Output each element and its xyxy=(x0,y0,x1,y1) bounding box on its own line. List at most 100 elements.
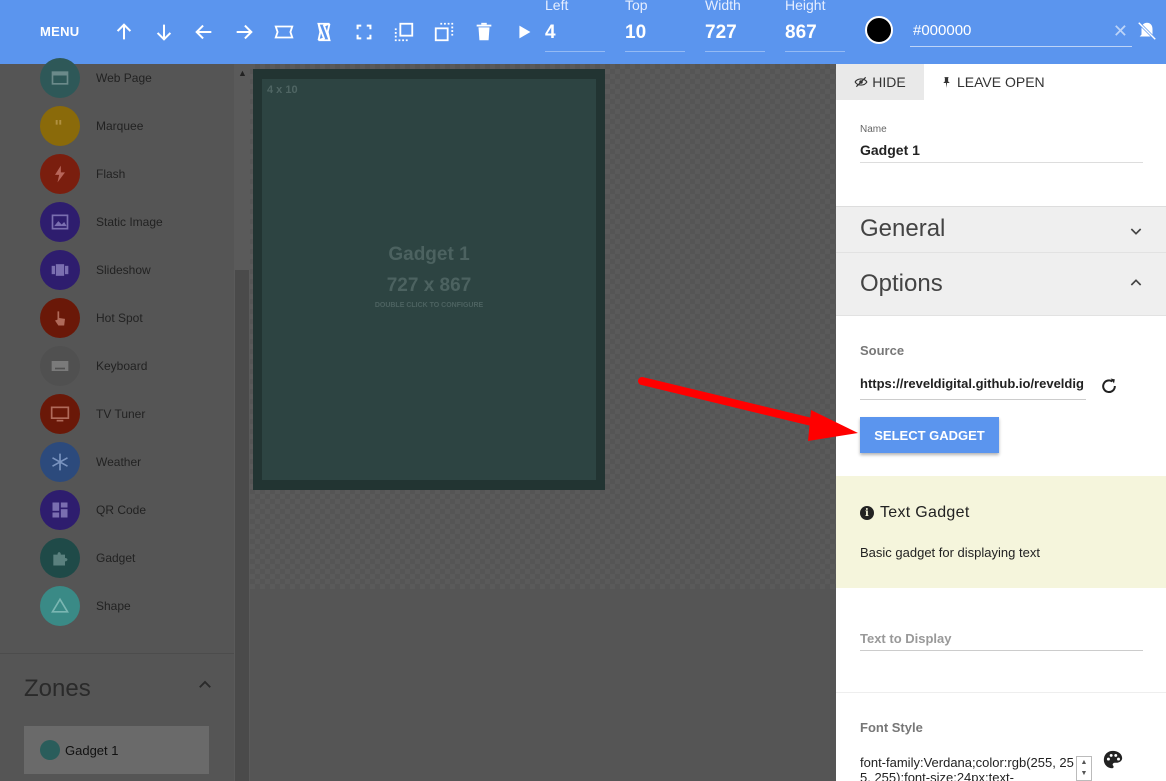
widget-label: Static Image xyxy=(96,215,163,229)
arrow-left-icon[interactable] xyxy=(192,20,216,44)
widget-item-slideshow[interactable]: Slideshow xyxy=(40,250,230,290)
source-input[interactable]: https://reveldigital.github.io/reveldig xyxy=(860,376,1086,400)
widget-panel: Web Page " Marquee Flash Static Image Sl… xyxy=(0,58,234,781)
qr-code-icon xyxy=(40,490,80,530)
widget-item-hot-spot[interactable]: Hot Spot xyxy=(40,298,230,338)
select-gadget-button[interactable]: SELECT GADGET xyxy=(860,417,999,453)
gadget-info-box: i Text Gadget Basic gadget for displayin… xyxy=(836,476,1166,588)
eyedropper-off-icon[interactable] xyxy=(1136,20,1158,42)
font-style-label: Font Style xyxy=(860,720,923,735)
triangle-icon xyxy=(40,586,80,626)
widget-label: TV Tuner xyxy=(96,407,146,421)
flash-icon xyxy=(40,154,80,194)
scroll-up-icon[interactable]: ▲ xyxy=(238,68,247,78)
height-label: Height xyxy=(785,0,826,13)
tv-icon xyxy=(40,394,80,434)
top-field[interactable]: Top 10 xyxy=(625,0,685,52)
font-style-input[interactable]: font-family:Verdana;color:rgb(255, 255, … xyxy=(860,755,1074,781)
fit-height-icon[interactable] xyxy=(312,20,336,44)
leave-open-button[interactable]: LEAVE OPEN xyxy=(940,64,1045,100)
svg-text:": " xyxy=(54,118,63,136)
height-value[interactable]: 867 xyxy=(785,22,817,44)
zone-size: 727 x 867 xyxy=(386,275,472,296)
left-field[interactable]: Left 4 xyxy=(545,0,605,52)
hide-button[interactable]: HIDE xyxy=(836,64,924,100)
eye-off-icon xyxy=(854,75,868,89)
image-icon xyxy=(40,202,80,242)
arrow-down-icon[interactable] xyxy=(152,20,176,44)
fullscreen-icon[interactable] xyxy=(352,20,376,44)
info-icon: i xyxy=(860,506,874,520)
fit-width-icon[interactable] xyxy=(272,20,296,44)
widget-item-gadget[interactable]: Gadget xyxy=(40,538,230,578)
width-label: Width xyxy=(705,0,741,13)
widget-item-flash[interactable]: Flash xyxy=(40,154,230,194)
widget-item-web-page[interactable]: Web Page xyxy=(40,58,230,98)
touch-icon xyxy=(40,298,80,338)
chevron-down-icon xyxy=(1128,223,1144,239)
zone-coords: 4 x 10 xyxy=(267,84,298,96)
height-field[interactable]: Height 867 xyxy=(785,0,845,52)
widget-item-qr-code[interactable]: QR Code xyxy=(40,490,230,530)
width-value[interactable]: 727 xyxy=(705,22,737,44)
pin-icon xyxy=(940,76,953,89)
keyboard-icon xyxy=(40,346,80,386)
chevron-up-icon xyxy=(1128,275,1144,291)
play-icon[interactable] xyxy=(512,20,536,44)
gadget-info-description: Basic gadget for displaying text xyxy=(860,545,1040,560)
widget-label: Keyboard xyxy=(96,359,148,373)
bring-front-icon[interactable] xyxy=(392,20,416,44)
resize-handle[interactable]: ▲ ▼ xyxy=(1076,756,1092,781)
widget-item-marquee[interactable]: " Marquee xyxy=(40,106,230,146)
web-page-icon xyxy=(40,58,80,98)
panel-tabs: HIDE LEAVE OPEN xyxy=(836,64,1166,100)
refresh-icon[interactable] xyxy=(1099,376,1119,396)
delete-icon[interactable] xyxy=(472,20,496,44)
arrow-up-icon[interactable] xyxy=(112,20,136,44)
widget-label: Marquee xyxy=(96,119,144,133)
widget-label: Slideshow xyxy=(96,263,151,277)
top-label: Top xyxy=(625,0,648,13)
divider xyxy=(836,692,1166,693)
widget-item-static-image[interactable]: Static Image xyxy=(40,202,230,242)
width-field[interactable]: Width 727 xyxy=(705,0,765,52)
canvas-background xyxy=(250,589,836,781)
widget-item-shape[interactable]: Shape xyxy=(40,586,230,626)
menu-button[interactable]: MENU xyxy=(40,24,79,39)
zones-title: Zones xyxy=(24,675,91,702)
puzzle-icon xyxy=(40,538,80,578)
zone-label: Gadget 1 xyxy=(65,743,119,758)
chevron-up-icon[interactable] xyxy=(196,676,214,694)
color-hex-field[interactable]: #000000 ✕ xyxy=(910,17,1132,47)
zone-list-item[interactable]: Gadget 1 xyxy=(24,726,209,774)
name-input[interactable]: Gadget 1 xyxy=(860,142,920,158)
general-title: General xyxy=(860,215,946,242)
scrollbar-thumb[interactable] xyxy=(235,270,249,781)
zone-name: Gadget 1 xyxy=(388,244,470,265)
left-label: Left xyxy=(545,0,569,13)
name-label: Name xyxy=(860,124,887,135)
color-swatch[interactable] xyxy=(865,16,893,44)
gadget-info-title: i Text Gadget xyxy=(860,504,970,522)
left-value[interactable]: 4 xyxy=(545,22,556,44)
general-section-header[interactable]: General xyxy=(836,206,1166,252)
color-hex-value[interactable]: #000000 xyxy=(913,22,971,39)
text-to-display-input[interactable]: Text to Display xyxy=(860,631,952,646)
arrow-right-icon[interactable] xyxy=(232,20,256,44)
options-section-header[interactable]: Options xyxy=(836,252,1166,316)
widget-label: Hot Spot xyxy=(96,311,143,325)
send-back-icon[interactable] xyxy=(432,20,456,44)
name-underline xyxy=(860,162,1143,163)
zone-color-dot xyxy=(40,740,60,760)
widget-label: Flash xyxy=(96,167,126,181)
widget-item-tv-tuner[interactable]: TV Tuner xyxy=(40,394,230,434)
divider xyxy=(0,653,234,654)
gadget-info-title-text: Text Gadget xyxy=(880,504,970,521)
palette-icon[interactable] xyxy=(1102,749,1124,771)
top-value[interactable]: 10 xyxy=(625,22,646,44)
widget-label: Web Page xyxy=(96,71,152,85)
widget-item-keyboard[interactable]: Keyboard xyxy=(40,346,230,386)
leave-open-label: LEAVE OPEN xyxy=(957,74,1045,90)
widget-item-weather[interactable]: Weather xyxy=(40,442,230,482)
clear-icon[interactable]: ✕ xyxy=(1113,21,1128,42)
